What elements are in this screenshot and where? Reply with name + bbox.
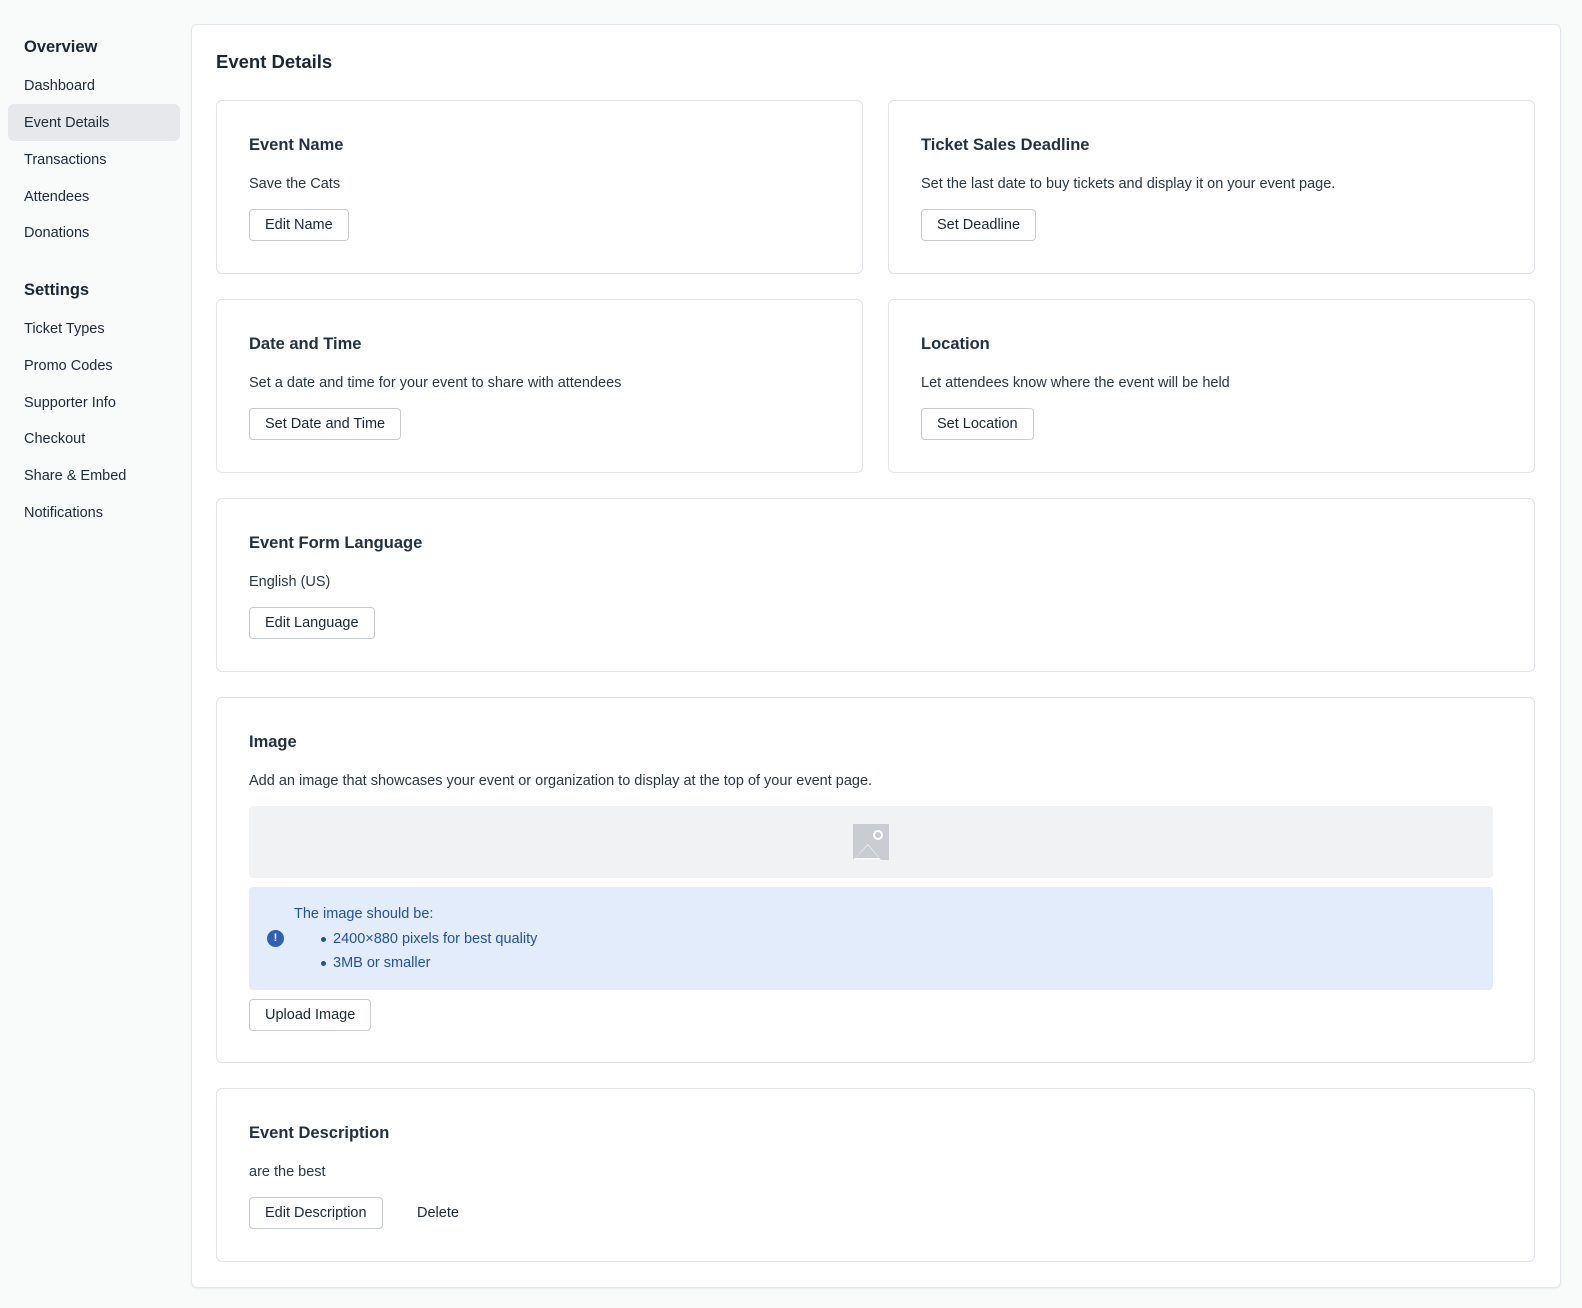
card-title: Image	[249, 733, 297, 751]
settings-heading: Settings	[24, 281, 90, 299]
event-description-card: Event Description are the best Edit Desc…	[216, 1088, 1535, 1262]
set-date-time-button[interactable]: Set Date and Time	[249, 408, 402, 440]
main-panel: Event Details Event Name Save the Cats E…	[191, 24, 1561, 1288]
sidebar-item-notifications[interactable]: Notifications	[8, 494, 180, 531]
card-title: Event Name	[249, 136, 344, 154]
card-title: Event Description	[249, 1124, 390, 1142]
location-card: Location Let attendees know where the ev…	[888, 299, 1535, 473]
sidebar-item-checkout[interactable]: Checkout	[8, 420, 180, 457]
event-name-value: Save the Cats	[249, 176, 341, 192]
sidebar-item-promo-codes[interactable]: Promo Codes	[8, 347, 180, 384]
list-item: 2400×880 pixels for best quality	[320, 928, 537, 952]
card-title: Location	[921, 335, 990, 353]
edit-description-button[interactable]: Edit Description	[249, 1197, 383, 1229]
sidebar-item-event-details[interactable]: Event Details	[8, 104, 180, 141]
sidebar-item-donations[interactable]: Donations	[8, 214, 180, 251]
sidebar: Overview Dashboard Event Details Transac…	[0, 0, 190, 1308]
image-placeholder-icon	[853, 824, 889, 860]
delete-description-button[interactable]: Delete	[411, 1197, 465, 1229]
date-time-description: Set a date and time for your event to sh…	[249, 375, 622, 391]
ticket-deadline-card: Ticket Sales Deadline Set the last date …	[888, 100, 1535, 274]
info-heading: The image should be:	[294, 906, 434, 922]
image-card: Image Add an image that showcases your e…	[216, 697, 1535, 1063]
card-title: Date and Time	[249, 335, 362, 353]
date-time-card: Date and Time Set a date and time for yo…	[216, 299, 863, 473]
card-title: Ticket Sales Deadline	[921, 136, 1090, 154]
sidebar-item-share-embed[interactable]: Share & Embed	[8, 457, 180, 494]
sidebar-item-transactions[interactable]: Transactions	[8, 141, 180, 178]
image-description: Add an image that showcases your event o…	[249, 773, 873, 789]
event-description-value: are the best	[249, 1164, 326, 1180]
sidebar-item-attendees[interactable]: Attendees	[8, 178, 180, 215]
edit-name-button[interactable]: Edit Name	[249, 209, 349, 241]
edit-language-button[interactable]: Edit Language	[249, 607, 375, 639]
image-dropzone[interactable]	[249, 806, 1493, 878]
sidebar-item-ticket-types[interactable]: Ticket Types	[8, 310, 180, 347]
overview-heading: Overview	[24, 38, 98, 56]
location-description: Let attendees know where the event will …	[921, 375, 1230, 391]
list-item: 3MB or smaller	[320, 952, 537, 976]
card-title: Event Form Language	[249, 534, 423, 552]
event-name-card: Event Name Save the Cats Edit Name	[216, 100, 863, 274]
language-card: Event Form Language English (US) Edit La…	[216, 498, 1535, 672]
set-location-button[interactable]: Set Location	[921, 408, 1034, 440]
info-icon: !	[267, 930, 284, 947]
requirements-list: 2400×880 pixels for best quality 3MB or …	[320, 928, 537, 976]
sidebar-item-supporter-info[interactable]: Supporter Info	[8, 384, 180, 421]
image-requirements-notice: ! The image should be: 2400×880 pixels f…	[249, 887, 1493, 990]
upload-image-button[interactable]: Upload Image	[249, 999, 372, 1031]
deadline-description: Set the last date to buy tickets and dis…	[921, 176, 1336, 192]
language-value: English (US)	[249, 574, 331, 590]
sidebar-item-dashboard[interactable]: Dashboard	[8, 67, 180, 104]
page-title: Event Details	[216, 51, 333, 72]
set-deadline-button[interactable]: Set Deadline	[921, 209, 1037, 241]
